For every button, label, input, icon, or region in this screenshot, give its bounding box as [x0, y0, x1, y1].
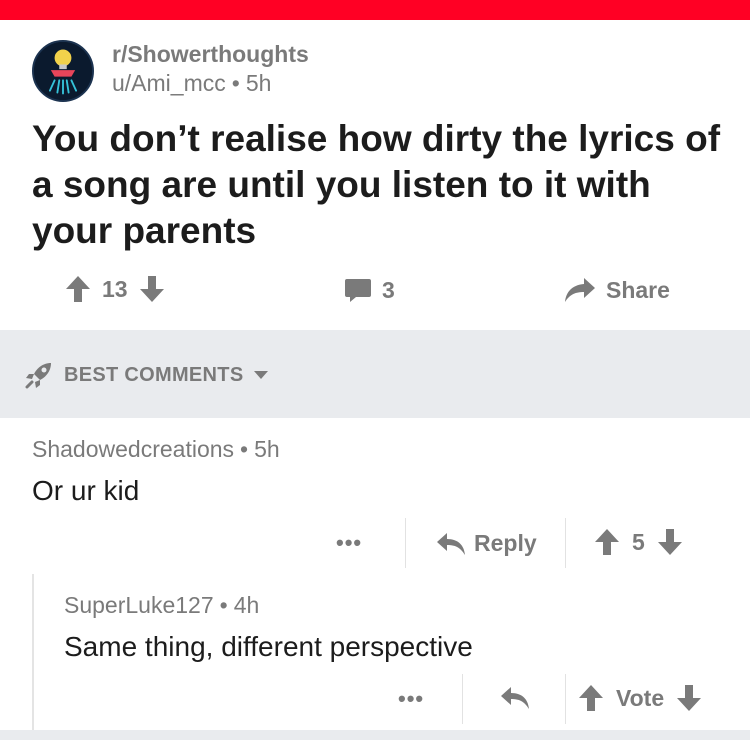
- sort-dropdown[interactable]: BEST COMMENTS: [24, 360, 269, 390]
- caret-down-icon: [254, 371, 269, 379]
- comment-vote-control: Vote: [578, 684, 702, 712]
- divider: [462, 674, 463, 724]
- comment-age: 4h: [233, 592, 260, 618]
- arrow-down-icon[interactable]: [676, 684, 702, 712]
- subreddit-name[interactable]: r/Showerthoughts: [112, 41, 309, 68]
- more-options-button[interactable]: •••: [398, 686, 424, 712]
- showerhead-lightbulb-icon: [34, 42, 92, 100]
- share-label: Share: [606, 276, 670, 303]
- comment-body: Or ur kid: [32, 475, 140, 506]
- post-action-bar: 13 3 Share: [0, 270, 750, 314]
- top-accent-bar: [0, 0, 750, 20]
- comment-author[interactable]: Shadowedcreations: [32, 436, 234, 462]
- comment-score: 5: [632, 528, 645, 555]
- arrow-down-icon[interactable]: [138, 274, 166, 304]
- arrow-down-icon[interactable]: [657, 528, 683, 556]
- comment-sort-bar: BEST COMMENTS: [0, 330, 750, 418]
- bottom-separator: [0, 730, 750, 740]
- comment-meta: Shadowedcreations • 5h: [32, 436, 750, 463]
- vote-label: Vote: [616, 684, 665, 711]
- post-meta: u/Ami_mcc • 5h: [112, 70, 271, 97]
- separator-dot: •: [231, 70, 240, 96]
- comment-action-bar: ••• Reply 5: [0, 518, 750, 568]
- comment-action-bar: ••• Vote: [0, 674, 750, 724]
- share-button[interactable]: Share: [564, 276, 670, 304]
- sort-label: BEST COMMENTS: [64, 363, 244, 386]
- comments-button[interactable]: 3: [344, 276, 395, 304]
- comment: Shadowedcreations • 5h Or ur kid: [32, 436, 750, 507]
- divider: [565, 518, 566, 568]
- arrow-up-icon[interactable]: [578, 684, 604, 712]
- comment-age: 5h: [254, 436, 280, 462]
- comment-count: 3: [382, 276, 395, 303]
- arrow-up-icon[interactable]: [64, 274, 92, 304]
- reply-button[interactable]: Reply: [436, 530, 537, 557]
- more-options-button[interactable]: •••: [336, 530, 362, 556]
- separator-dot: •: [219, 592, 228, 618]
- divider: [405, 518, 406, 568]
- subreddit-avatar[interactable]: [32, 40, 94, 102]
- comment-meta: SuperLuke127 • 4h: [64, 592, 744, 619]
- rocket-icon: [25, 363, 51, 389]
- comment-author[interactable]: SuperLuke127: [64, 592, 214, 618]
- reply-label: Reply: [474, 530, 537, 556]
- post-vote-control: 13: [64, 274, 166, 304]
- reply-arrow-icon: [501, 687, 529, 709]
- comment: SuperLuke127 • 4h Same thing, different pe…: [64, 592, 744, 663]
- reply-arrow-icon: [437, 532, 465, 555]
- separator-dot: •: [240, 436, 249, 462]
- post-age: 5h: [245, 70, 272, 96]
- divider: [565, 674, 566, 724]
- post-title[interactable]: You don’t realise how dirty the lyrics o…: [32, 116, 732, 254]
- post-score: 13: [102, 275, 128, 302]
- speech-bubble-icon: [345, 279, 371, 302]
- arrow-up-icon[interactable]: [594, 528, 620, 556]
- post-author[interactable]: u/Ami_mcc: [112, 70, 226, 96]
- comment-body: Same thing, different perspective: [64, 631, 473, 662]
- post-header: r/Showerthoughts u/Ami_mcc • 5h: [32, 40, 722, 102]
- reply-button[interactable]: [500, 686, 530, 710]
- share-arrow-icon: [565, 278, 595, 302]
- comment-vote-control: 5: [594, 528, 683, 556]
